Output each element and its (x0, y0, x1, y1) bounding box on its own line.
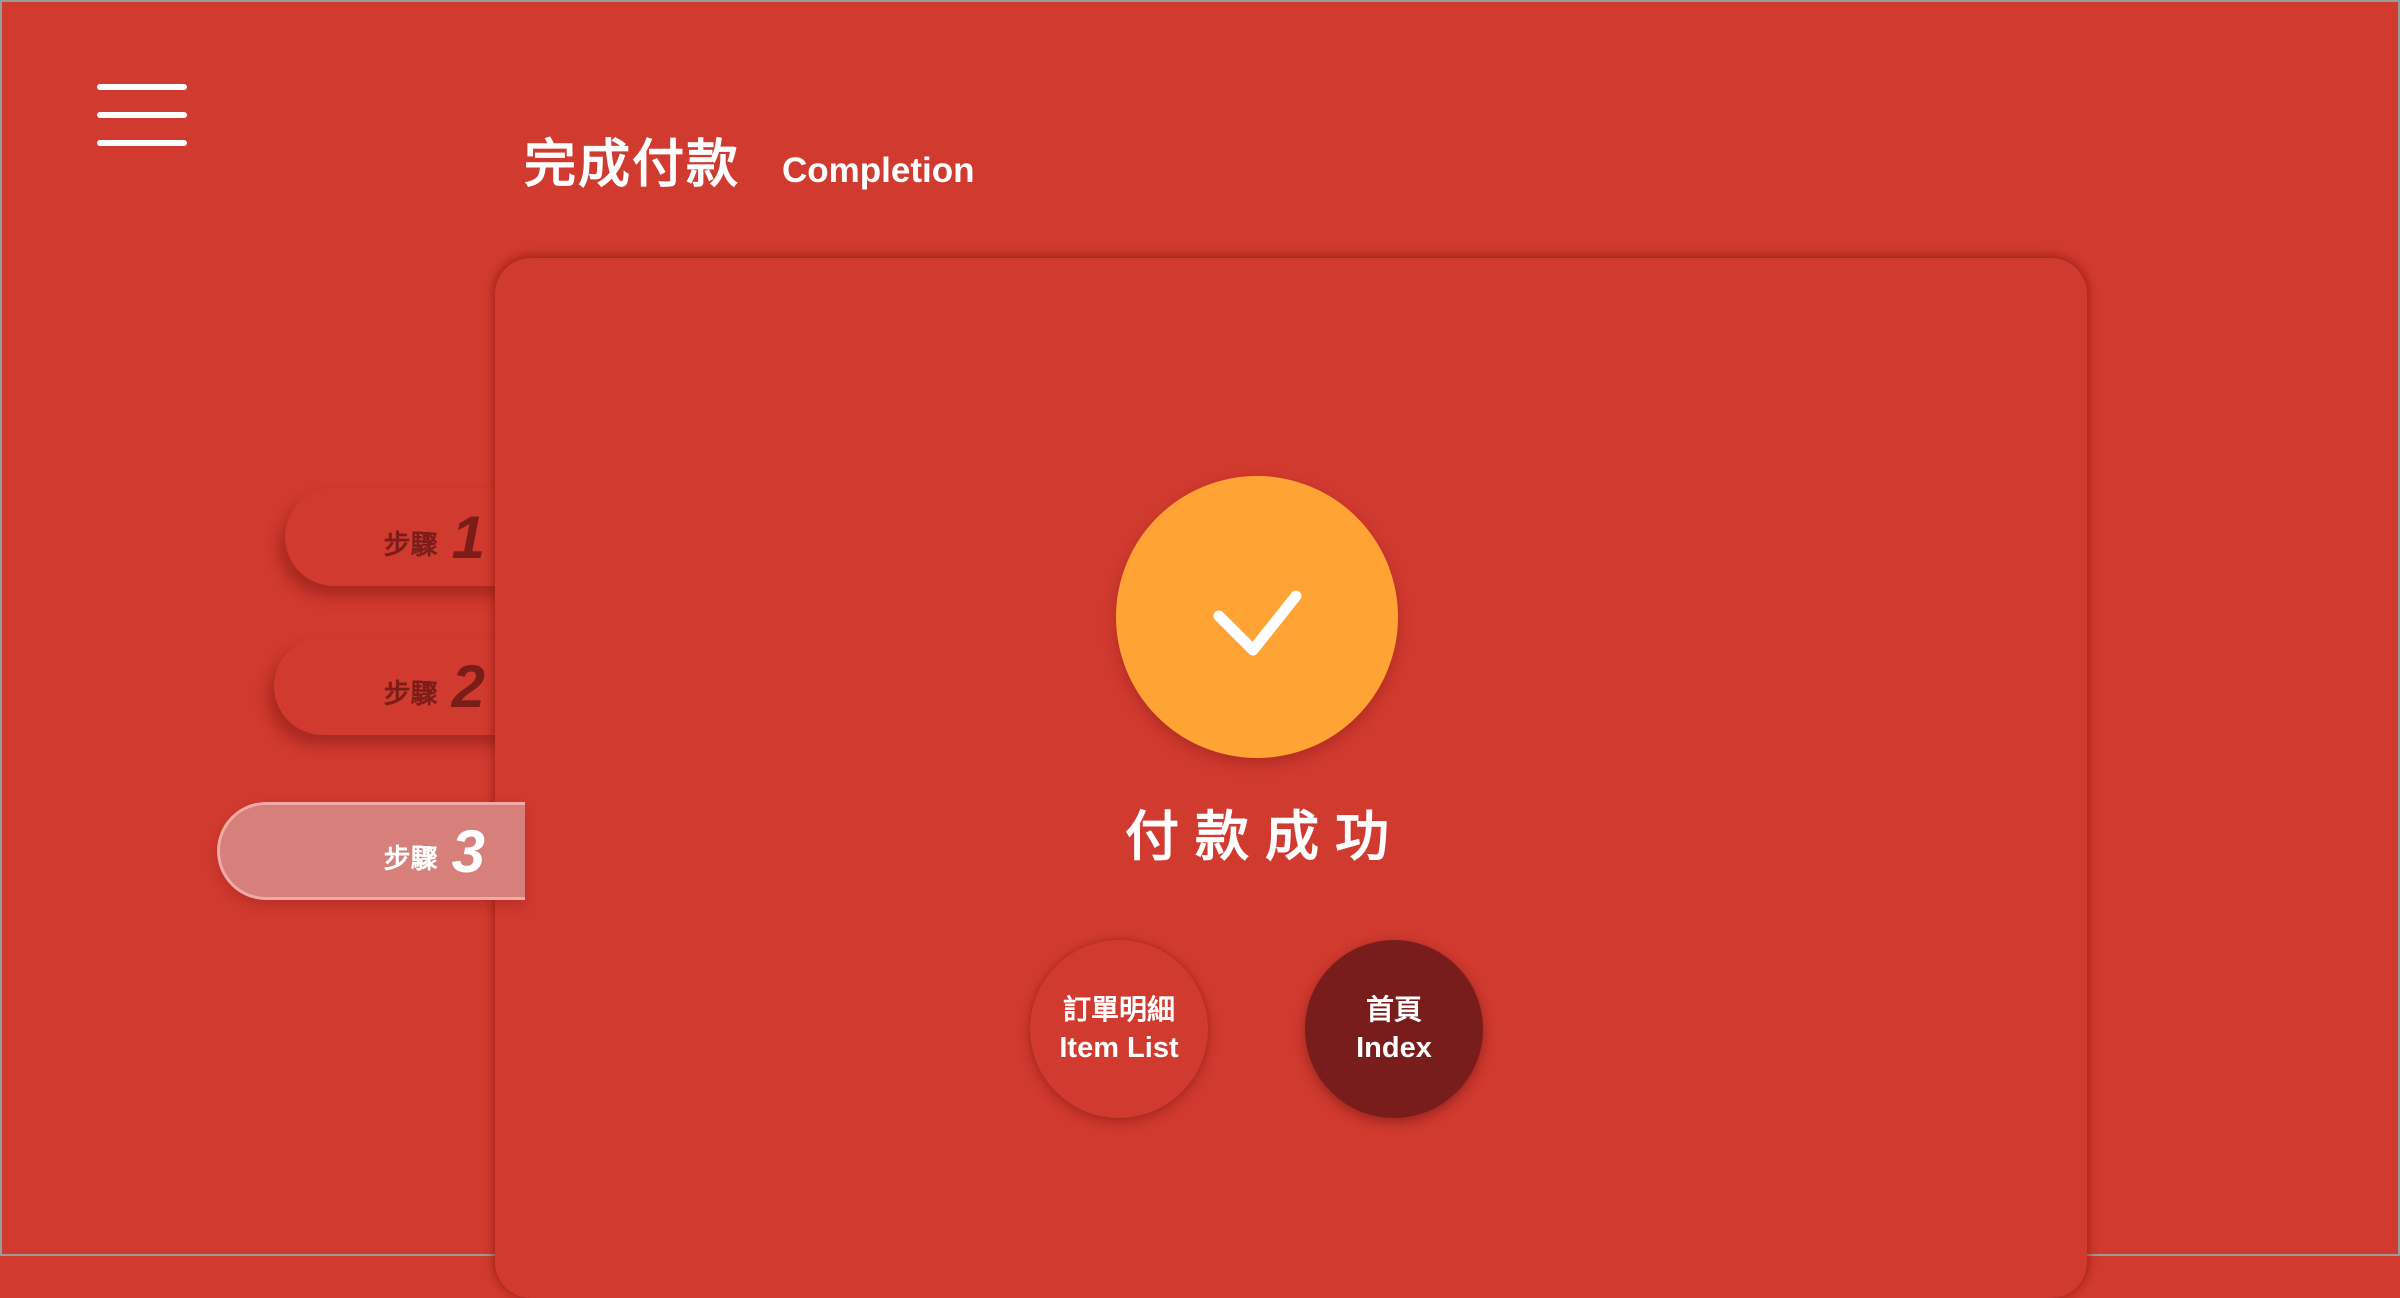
index-label-en: Index (1356, 1032, 1432, 1064)
index-button[interactable]: 首頁 Index (1305, 940, 1483, 1118)
item-list-button[interactable]: 訂單明細 Item List (1030, 940, 1208, 1118)
step-number: 3 (451, 817, 485, 885)
item-list-label-en: Item List (1059, 1032, 1179, 1064)
step-label: 步驟 (383, 678, 438, 710)
step-label: 步驟 (383, 843, 438, 875)
step-number: 1 (451, 503, 485, 571)
step-number: 2 (451, 652, 485, 720)
menu-bar-top (97, 84, 187, 90)
payment-success-message: 付款成功 (1125, 805, 1405, 868)
step-tab-1[interactable]: 步驟 1 (285, 488, 525, 586)
success-badge (1116, 476, 1398, 758)
page-title: 完成付款 Completion (524, 122, 975, 197)
menu-bar-middle (97, 112, 187, 118)
page-title-en: Completion (782, 151, 975, 190)
step-tab-3-active[interactable]: 步驟 3 (217, 802, 525, 900)
index-label-zh: 首頁 (1365, 993, 1422, 1026)
completion-card (495, 258, 2087, 1298)
checkmark-icon (1213, 590, 1302, 656)
item-list-label-zh: 訂單明細 (1062, 993, 1175, 1026)
menu-bar-bottom (97, 140, 187, 146)
step-tab-2[interactable]: 步驟 2 (274, 637, 525, 735)
step-label: 步驟 (383, 529, 438, 561)
page-title-zh: 完成付款 (524, 135, 741, 195)
hamburger-menu-icon[interactable] (97, 84, 187, 148)
